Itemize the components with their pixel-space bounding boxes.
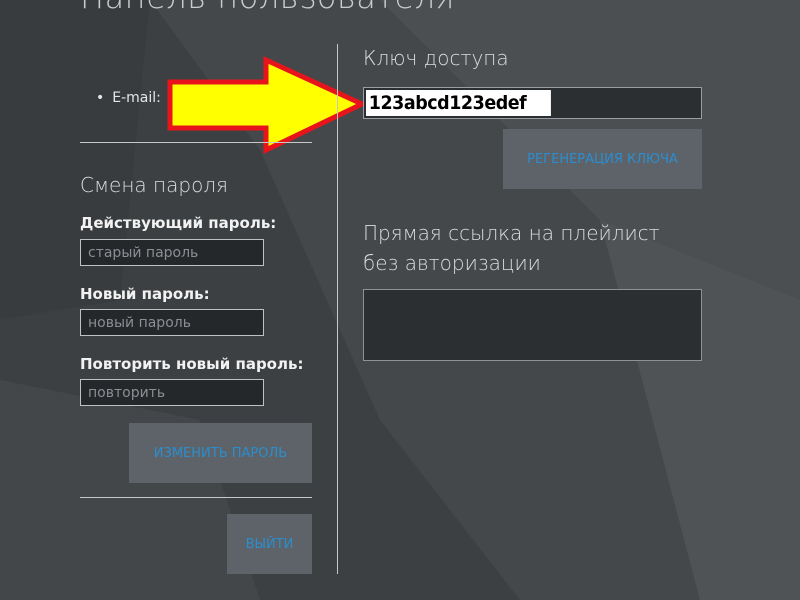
repeat-password-label: Повторить новый пароль: — [80, 355, 304, 373]
change-password-button[interactable]: изменить пароль — [129, 423, 312, 483]
regenerate-key-button[interactable]: регенерация ключа — [503, 129, 702, 189]
playlist-link-heading-line1: Прямая ссылка на плейлист — [363, 221, 660, 245]
access-key-heading: Ключ доступа — [363, 46, 509, 70]
new-password-label: Новый пароль: — [80, 285, 210, 303]
playlist-link-heading: Прямая ссылка на плейлист без авторизаци… — [363, 218, 660, 278]
column-divider — [337, 44, 338, 574]
playlist-link-heading-line2: без авторизации — [363, 251, 541, 275]
divider — [80, 497, 312, 498]
page-title: Панель пользователя — [80, 0, 455, 16]
divider — [80, 142, 312, 143]
password-change-heading: Смена пароля — [80, 173, 228, 197]
access-key-value: 123abcd123edef — [366, 90, 551, 116]
logout-button[interactable]: выйти — [227, 514, 312, 574]
arrow-right-icon — [167, 56, 366, 154]
access-key-field[interactable]: 123abcd123edef — [363, 87, 702, 119]
new-password-input[interactable] — [80, 309, 264, 336]
current-password-label: Действующий пароль: — [80, 214, 277, 232]
email-label: E-mail: — [96, 90, 161, 106]
repeat-password-input[interactable] — [80, 379, 264, 406]
playlist-link-field[interactable] — [363, 289, 702, 361]
current-password-input[interactable] — [80, 239, 264, 266]
